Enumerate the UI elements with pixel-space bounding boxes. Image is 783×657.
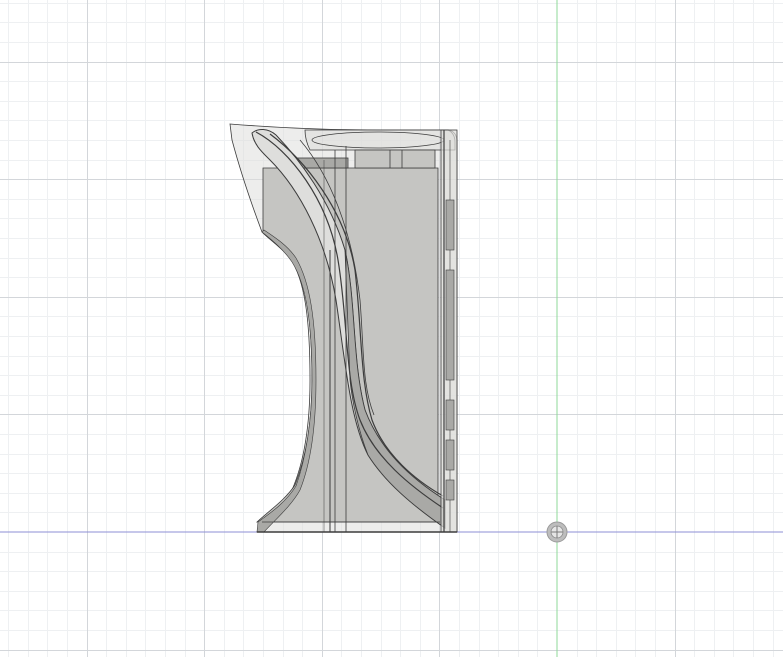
- wall-notch: [445, 479, 455, 501]
- right-wall-notches: [445, 199, 455, 501]
- wall-notch: [445, 399, 455, 431]
- wall-notch: [445, 199, 455, 251]
- top-lip[interactable]: [304, 129, 456, 151]
- 3d-viewport[interactable]: [0, 0, 783, 657]
- wall-notch: [445, 269, 455, 381]
- top-recess[interactable]: [354, 149, 436, 169]
- viewport-canvas[interactable]: [0, 0, 783, 657]
- origin-pivot-icon[interactable]: [546, 521, 568, 543]
- wall-notch: [445, 439, 455, 471]
